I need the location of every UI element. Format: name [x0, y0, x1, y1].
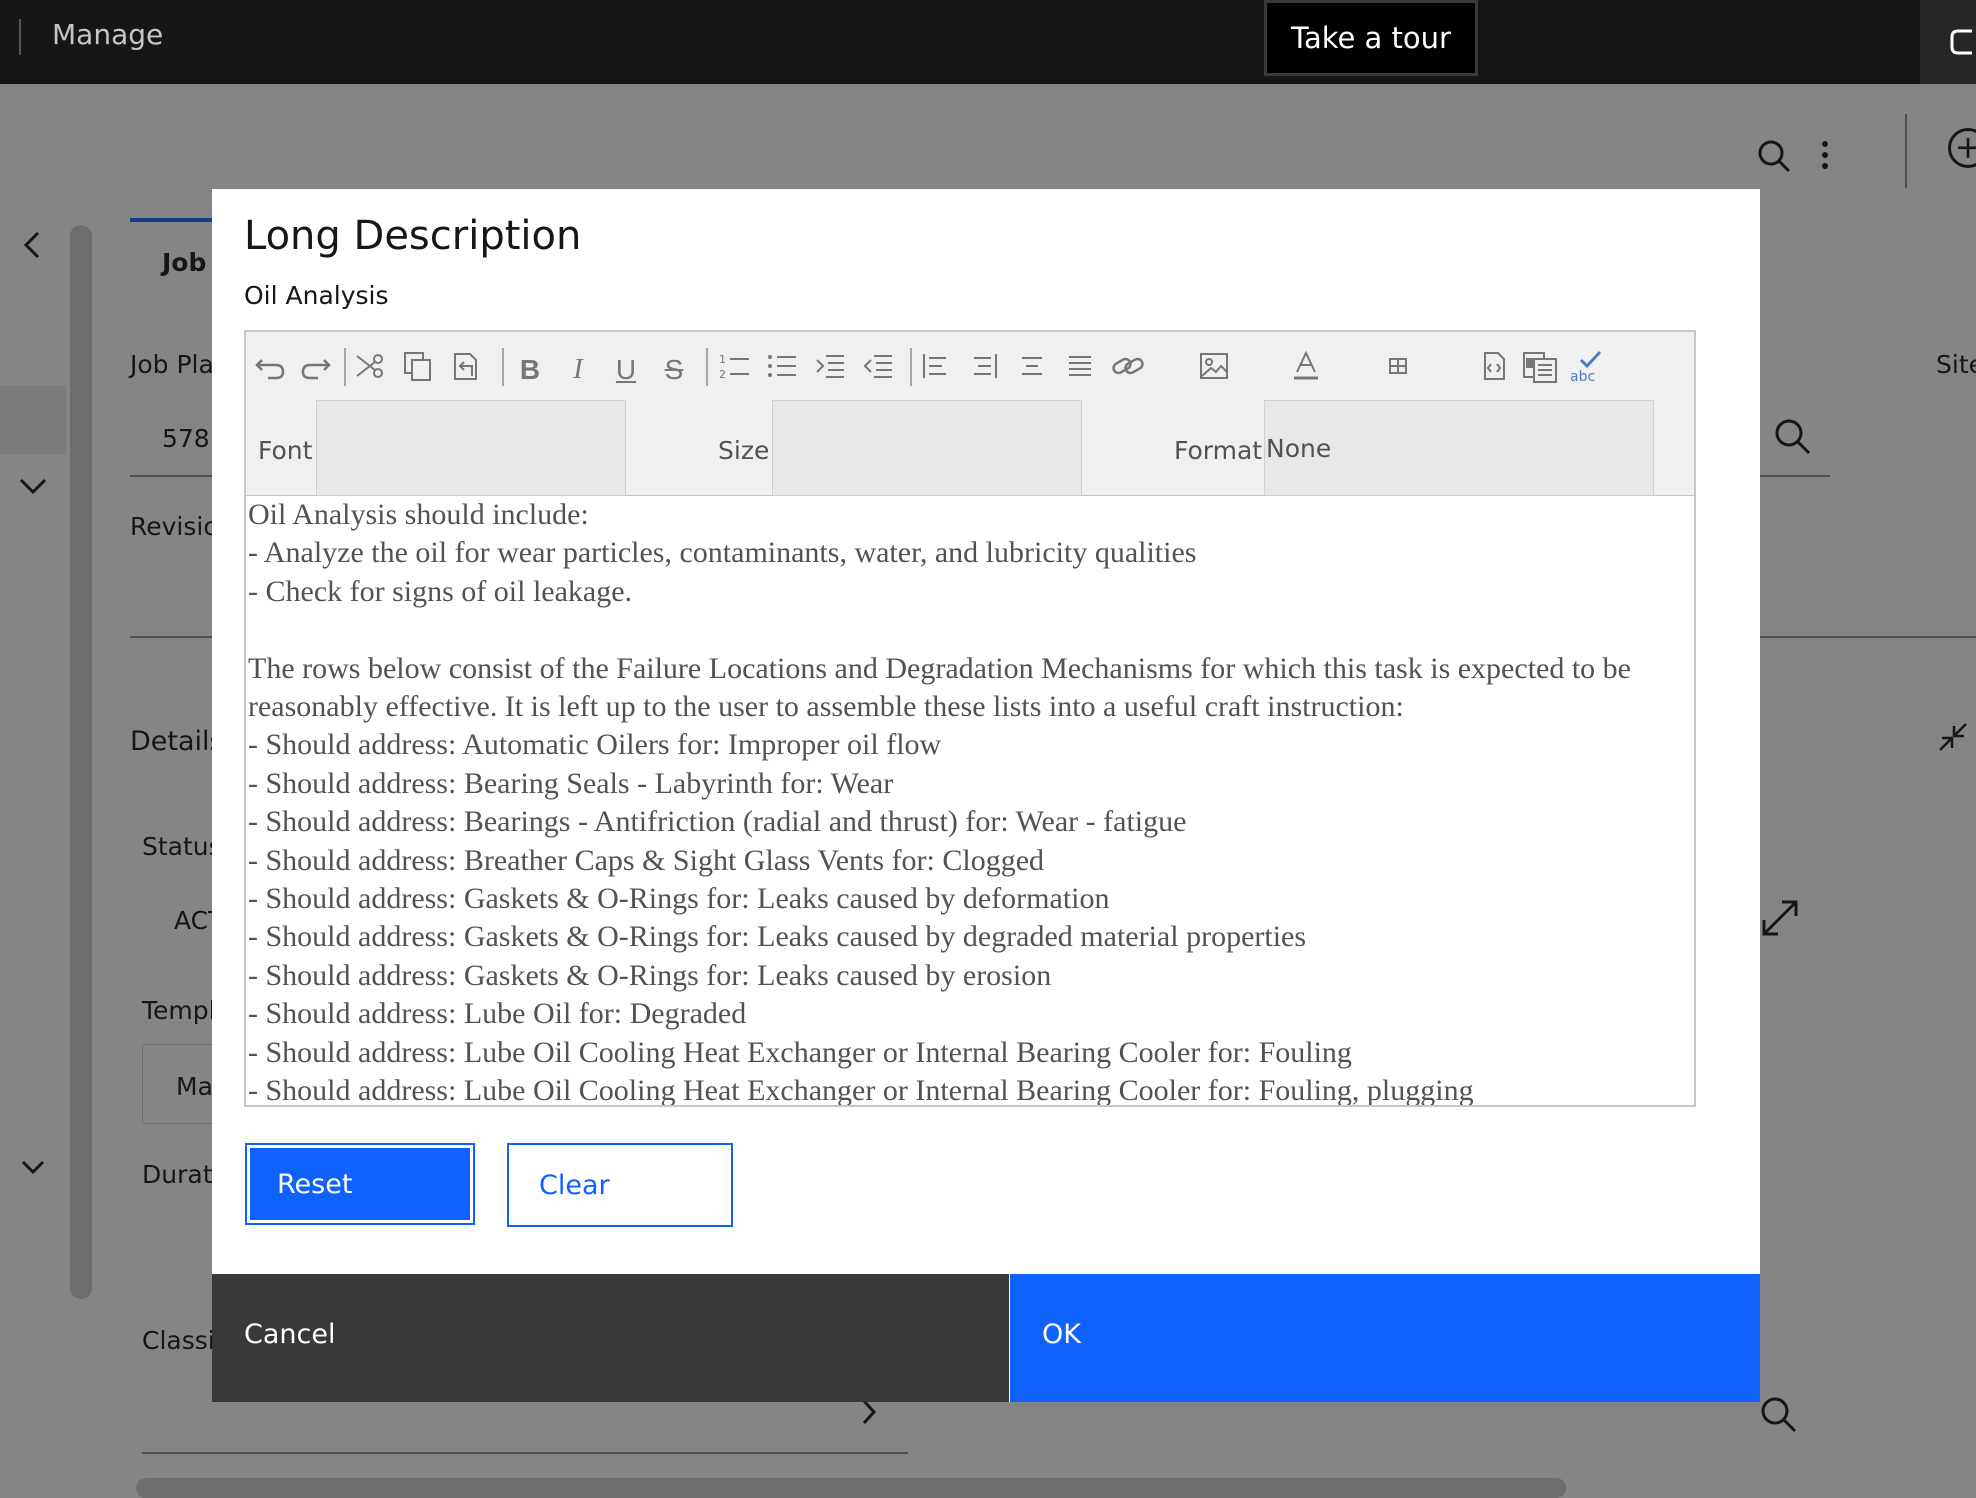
rich-text-editor: B I U S 12 abc Font Size Format None Oil…: [244, 330, 1696, 1107]
bulleted-list-icon[interactable]: [762, 350, 802, 390]
long-description-dialog: Long Description Oil Analysis B I U S 1 …: [212, 189, 1760, 1402]
reset-button[interactable]: Reset: [245, 1143, 475, 1225]
top-bar: Manage Take a tour: [0, 0, 1976, 84]
editor-line: - Should address: Gaskets & O-Rings for:…: [248, 958, 1052, 992]
editor-toolbar: B I U S 12 abc Font Size Format None: [246, 332, 1694, 496]
svg-text:1: 1: [719, 353, 726, 366]
dialog-title: Long Description: [244, 213, 582, 259]
app-name[interactable]: Manage: [52, 18, 163, 51]
image-icon[interactable]: [1194, 350, 1234, 390]
font-label: Font: [258, 436, 313, 465]
bold-icon[interactable]: B: [510, 350, 550, 390]
editor-line: - Should address: Lube Oil for: Degraded: [248, 997, 747, 1031]
align-center-icon[interactable]: [1012, 350, 1052, 390]
dialog-footer: Cancel OK: [212, 1274, 1760, 1402]
user-icon[interactable]: [1920, 0, 1976, 84]
editor-line: - Should address: Gaskets & O-Rings for:…: [248, 920, 1307, 954]
link-icon[interactable]: [1108, 350, 1148, 390]
source-code-icon[interactable]: [1474, 350, 1514, 390]
editor-content[interactable]: Oil Analysis should include: - Analyze t…: [246, 496, 1694, 1105]
italic-icon[interactable]: I: [558, 350, 598, 390]
text-color-icon[interactable]: [1286, 350, 1326, 390]
editor-line: - Should address: Gaskets & O-Rings for:…: [248, 881, 1110, 915]
toolbar-separator: [910, 348, 912, 386]
redo-icon[interactable]: [296, 350, 336, 390]
editor-line: - Should address: Automatic Oilers for: …: [248, 728, 942, 762]
undo-icon[interactable]: [250, 350, 290, 390]
align-right-icon[interactable]: [964, 350, 1004, 390]
toolbar-separator: [706, 348, 708, 386]
table-icon[interactable]: [1378, 350, 1418, 390]
editor-line: - Should address: Bearing Seals - Labyri…: [248, 766, 894, 800]
svg-text:abc: abc: [1570, 369, 1595, 384]
paste-icon[interactable]: [446, 350, 486, 390]
size-label: Size: [718, 436, 770, 465]
editor-paragraph: The rows below consist of the Failure Lo…: [248, 651, 1631, 723]
align-left-icon[interactable]: [916, 350, 956, 390]
editor-line: Oil Analysis should include:: [248, 498, 589, 531]
underline-icon[interactable]: U: [606, 350, 646, 390]
top-bar-divider: [19, 19, 21, 55]
toolbar-separator: [502, 348, 504, 386]
cancel-button[interactable]: Cancel: [212, 1274, 1009, 1402]
cut-icon[interactable]: [350, 350, 390, 390]
editor-line: - Should address: Lube Oil Cooling Heat …: [248, 1035, 1352, 1069]
numbered-list-icon[interactable]: 12: [714, 350, 754, 390]
editor-line: - Check for signs of oil leakage.: [248, 574, 633, 608]
outdent-icon[interactable]: [858, 350, 898, 390]
format-label: Format: [1174, 436, 1263, 465]
ok-button[interactable]: OK: [1010, 1274, 1760, 1402]
editor-line: - Should address: Bearings - Antifrictio…: [248, 805, 1187, 839]
justify-icon[interactable]: [1060, 350, 1100, 390]
editor-line: - Should address: Lube Oil Cooling Heat …: [248, 1073, 1474, 1105]
clear-button[interactable]: Clear: [507, 1143, 733, 1227]
svg-text:2: 2: [719, 368, 726, 381]
strikethrough-icon[interactable]: S: [654, 350, 694, 390]
format-select-value: None: [1266, 434, 1332, 463]
size-select[interactable]: [772, 400, 1082, 496]
indent-icon[interactable]: [810, 350, 850, 390]
editor-line: - Analyze the oil for wear particles, co…: [248, 536, 1197, 570]
dialog-subtitle: Oil Analysis: [244, 281, 389, 310]
take-a-tour-button[interactable]: Take a tour: [1264, 0, 1478, 76]
toolbar-separator: [344, 348, 346, 386]
font-select[interactable]: [316, 400, 626, 496]
spellcheck-icon[interactable]: abc: [1566, 350, 1606, 390]
editor-line: - Should address: Breather Caps & Sight …: [248, 843, 1045, 877]
paste-from-word-icon[interactable]: [1520, 350, 1560, 390]
copy-icon[interactable]: [398, 350, 438, 390]
